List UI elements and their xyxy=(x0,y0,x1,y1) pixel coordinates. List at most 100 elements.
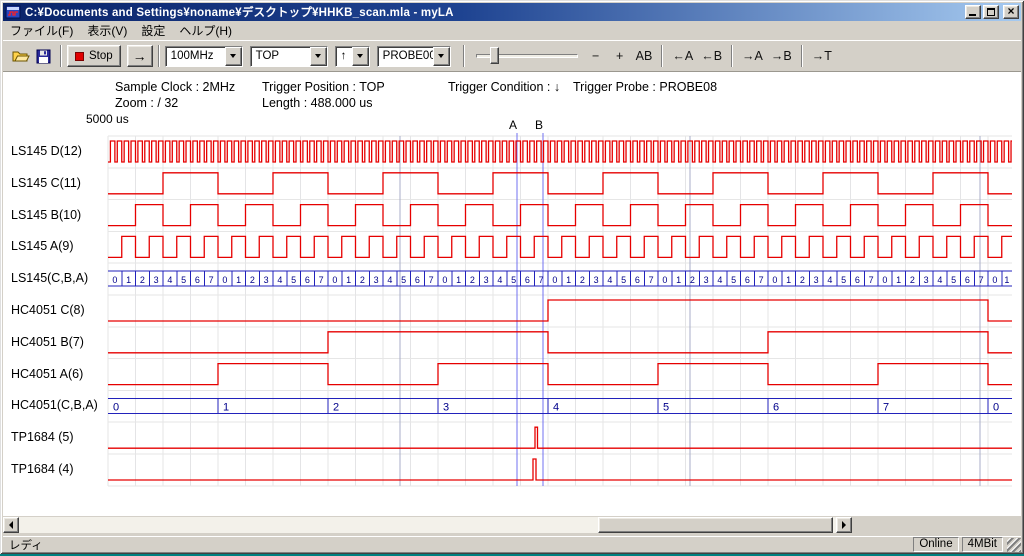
zoom-in-button[interactable]: + xyxy=(608,45,632,67)
bus-value: 7 xyxy=(539,275,544,285)
maximize-icon xyxy=(987,8,995,16)
waveform-trace-7 xyxy=(108,364,1012,385)
triangle-right-icon xyxy=(842,521,846,529)
menu-file[interactable]: ファイル(F) xyxy=(3,20,80,41)
bus-value: 3 xyxy=(594,275,599,285)
marker-label-A[interactable]: A xyxy=(509,118,517,132)
ab-button[interactable]: AB xyxy=(632,45,657,67)
chevron-down-icon[interactable] xyxy=(310,47,327,66)
chevron-down-icon[interactable] xyxy=(352,47,369,66)
bus-value: 6 xyxy=(635,275,640,285)
scrollbar-track[interactable] xyxy=(19,517,836,533)
zoom-out-button[interactable]: − xyxy=(584,45,608,67)
goto-marker-b-button[interactable]: ←B xyxy=(697,45,726,67)
open-button[interactable] xyxy=(9,45,32,67)
bus-value: 2 xyxy=(140,275,145,285)
stop-label: Stop xyxy=(89,50,113,62)
scroll-right-button[interactable] xyxy=(836,517,852,533)
bus-value: 6 xyxy=(745,275,750,285)
status-ready-text: レディ xyxy=(9,537,910,553)
trigger-probe-select[interactable]: PROBE00 xyxy=(377,46,451,67)
minimize-button[interactable] xyxy=(965,5,981,19)
waveform-trace-5 xyxy=(108,300,1012,321)
bus-value: 3 xyxy=(704,275,709,285)
bus-value: 4 xyxy=(607,275,612,285)
waveform-trace-2 xyxy=(108,205,1012,226)
run-button[interactable]: → xyxy=(127,45,153,67)
toolbar-separator xyxy=(463,45,465,67)
bus-value: 0 xyxy=(662,275,667,285)
bus-value: 0 xyxy=(772,275,777,285)
status-memory-badge: 4MBit xyxy=(962,537,1003,552)
bus-value: 1 xyxy=(126,275,131,285)
set-marker-a-button[interactable]: →A xyxy=(738,45,767,67)
horizontal-scrollbar[interactable] xyxy=(3,517,852,533)
titlebar[interactable]: C:¥Documents and Settings¥noname¥デスクトップ¥… xyxy=(3,3,1021,21)
chevron-down-icon[interactable] xyxy=(225,47,242,66)
chevron-down-icon[interactable] xyxy=(433,47,450,66)
bus-value: 1 xyxy=(346,275,351,285)
stop-button[interactable]: Stop xyxy=(67,45,121,67)
trigger-position-select[interactable]: TOP xyxy=(250,46,328,67)
marker-label-B[interactable]: B xyxy=(535,118,543,132)
maximize-button[interactable] xyxy=(983,5,999,19)
close-button[interactable]: × xyxy=(1003,5,1019,19)
toolbar-separator xyxy=(60,45,62,67)
goto-marker-a-button[interactable]: ←A xyxy=(668,45,697,67)
bus-value: 3 xyxy=(264,275,269,285)
bus-value: 3 xyxy=(814,275,819,285)
menu-settings[interactable]: 設定 xyxy=(134,20,172,41)
bus-value: 4 xyxy=(497,275,502,285)
set-marker-b-button[interactable]: →B xyxy=(767,45,796,67)
bus-value: 7 xyxy=(869,275,874,285)
slider-thumb[interactable] xyxy=(490,47,499,64)
goto-trigger-button[interactable]: →T xyxy=(808,45,836,67)
bus-value: 7 xyxy=(883,401,889,413)
bus-value: 0 xyxy=(442,275,447,285)
bus-value: 6 xyxy=(965,275,970,285)
waveform-trace-0 xyxy=(108,141,1012,162)
zoom-slider[interactable] xyxy=(474,45,580,67)
resize-grip[interactable] xyxy=(1007,538,1021,552)
bus-value: 7 xyxy=(209,275,214,285)
waveform-plot[interactable]: AB01234567012345670123456701234567012345… xyxy=(3,72,1021,516)
toolbar-separator xyxy=(731,45,733,67)
bus-value: 1 xyxy=(676,275,681,285)
sample-clock-value: 100MHz xyxy=(166,47,225,66)
menubar: ファイル(F) 表示(V) 設定 ヘルプ(H) xyxy=(3,21,1021,40)
status-online-badge: Online xyxy=(913,537,958,552)
bus-value: 5 xyxy=(841,275,846,285)
window-title: C:¥Documents and Settings¥noname¥デスクトップ¥… xyxy=(25,4,963,20)
app-icon[interactable] xyxy=(5,4,21,20)
bus-value: 0 xyxy=(112,275,117,285)
waveform-trace-9 xyxy=(108,427,1012,448)
bus-value: 6 xyxy=(773,401,779,413)
bus-value: 4 xyxy=(937,275,942,285)
bus-value: 0 xyxy=(992,275,997,285)
toolbar-separator xyxy=(158,45,160,67)
bus-value: 1 xyxy=(566,275,571,285)
bus-value: 4 xyxy=(827,275,832,285)
bus-value: 1 xyxy=(236,275,241,285)
bus-value: 6 xyxy=(415,275,420,285)
menu-view[interactable]: 表示(V) xyxy=(80,20,134,41)
toolbar-separator xyxy=(661,45,663,67)
bus-value: 0 xyxy=(552,275,557,285)
trigger-edge-select[interactable]: ↑ xyxy=(335,46,370,67)
bus-value: 5 xyxy=(951,275,956,285)
scrollbar-thumb[interactable] xyxy=(598,517,833,533)
bus-value: 6 xyxy=(195,275,200,285)
waveform-trace-10 xyxy=(108,459,1012,480)
bus-value: 2 xyxy=(333,401,339,413)
bus-value: 7 xyxy=(979,275,984,285)
bus-value: 3 xyxy=(924,275,929,285)
scroll-left-button[interactable] xyxy=(3,517,19,533)
menu-help[interactable]: ヘルプ(H) xyxy=(172,20,239,41)
sample-clock-select[interactable]: 100MHz xyxy=(165,46,243,67)
bus-value: 3 xyxy=(154,275,159,285)
bus-value: 7 xyxy=(429,275,434,285)
bus-value: 0 xyxy=(113,401,119,413)
trigger-probe-value: PROBE00 xyxy=(378,47,433,66)
bus-value: 2 xyxy=(250,275,255,285)
save-button[interactable] xyxy=(32,45,55,67)
